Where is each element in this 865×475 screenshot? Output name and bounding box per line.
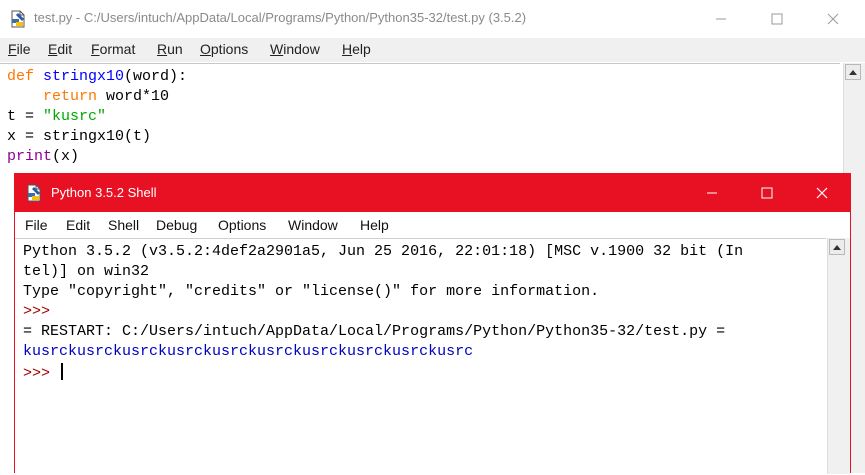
shell-menu-file[interactable]: File <box>25 217 48 233</box>
shell-menubar: File Edit Shell Debug Options Window Hel… <box>15 212 850 238</box>
editor-maximize-button[interactable] <box>749 0 805 38</box>
code-line-2: return word*10 <box>43 88 170 105</box>
editor-close-button[interactable] <box>805 0 861 38</box>
shell-titlebar[interactable]: Python 3.5.2 Shell <box>15 174 850 212</box>
shell-maximize-button[interactable] <box>739 174 795 212</box>
minimize-icon <box>716 18 726 20</box>
shell-menu-edit[interactable]: Edit <box>66 217 90 233</box>
shell-menu-help[interactable]: Help <box>360 217 389 233</box>
shell-banner-line-1: Python 3.5.2 (v3.5.2:4def2a2901a5, Jun 2… <box>23 243 744 260</box>
shell-scroll-up-button[interactable] <box>829 239 845 255</box>
editor-menu-options[interactable]: Options <box>200 41 248 57</box>
minimize-icon <box>707 192 717 194</box>
code-line-1: def stringx10(word): <box>7 68 188 85</box>
shell-close-button[interactable] <box>794 174 850 212</box>
scroll-up-arrow-icon <box>849 70 857 75</box>
editor-menubar: File Edit Format Run Options Window Help <box>0 38 865 62</box>
editor-titlebar[interactable]: test.py - C:/Users/intuch/AppData/Local/… <box>0 0 865 38</box>
maximize-icon <box>761 187 773 199</box>
editor-window-title: test.py - C:/Users/intuch/AppData/Local/… <box>34 10 527 25</box>
editor-minimize-button[interactable] <box>693 0 749 38</box>
shell-window: Python 3.5.2 Shell File Edit Shell Debug… <box>14 173 851 475</box>
editor-menu-format[interactable]: Format <box>91 41 135 57</box>
shell-menu-debug[interactable]: Debug <box>156 217 197 233</box>
editor-menu-edit[interactable]: Edit <box>48 41 72 57</box>
shell-output-area[interactable]: Python 3.5.2 (v3.5.2:4def2a2901a5, Jun 2… <box>15 238 826 475</box>
maximize-icon <box>771 13 783 25</box>
editor-menu-file[interactable]: File <box>8 41 31 57</box>
shell-prompt-2: >>> <box>23 365 60 382</box>
code-line-4: x = stringx10(t) <box>7 128 152 145</box>
shell-program-output: kusrckusrckusrckusrckusrckusrckusrckusrc… <box>23 343 474 360</box>
shell-menu-window[interactable]: Window <box>288 217 338 233</box>
shell-menu-options[interactable]: Options <box>218 217 266 233</box>
editor-scroll-up-button[interactable] <box>845 64 861 80</box>
code-line-3: t = "kusrc" <box>7 108 107 125</box>
close-icon <box>816 187 828 199</box>
shell-vertical-scrollbar[interactable] <box>827 238 850 474</box>
editor-menu-window[interactable]: Window <box>270 41 320 57</box>
idle-python-icon <box>9 10 27 28</box>
editor-menu-help[interactable]: Help <box>342 41 371 57</box>
close-icon <box>827 13 839 25</box>
code-line-5: print(x) <box>7 148 80 165</box>
editor-menu-run[interactable]: Run <box>157 41 183 57</box>
shell-input-line[interactable]: >>> <box>23 363 64 382</box>
shell-menu-shell[interactable]: Shell <box>108 217 139 233</box>
shell-banner-line-3: Type "copyright", "credits" or "license(… <box>23 283 600 300</box>
idle-python-icon <box>25 184 43 202</box>
text-cursor <box>61 363 64 380</box>
scroll-up-arrow-icon <box>833 245 841 250</box>
shell-minimize-button[interactable] <box>684 174 740 212</box>
shell-prompt-1: >>> <box>23 303 51 320</box>
shell-banner-line-2: tel)] on win32 <box>23 263 150 280</box>
shell-window-title: Python 3.5.2 Shell <box>51 185 157 200</box>
shell-restart-line: = RESTART: C:/Users/intuch/AppData/Local… <box>23 323 726 340</box>
